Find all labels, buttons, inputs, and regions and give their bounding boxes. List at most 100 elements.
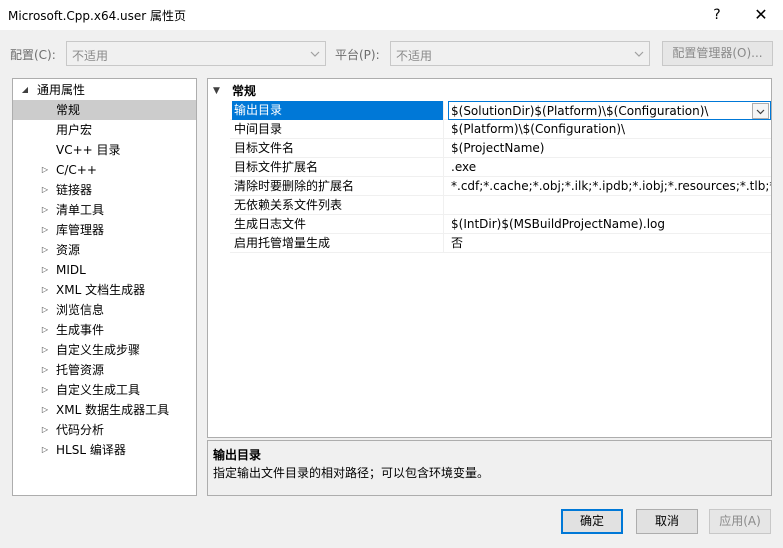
tree-item-label: VC++ 目录 [56,143,121,157]
property-value[interactable]: $(IntDir)$(MSBuildProjectName).log [448,215,771,234]
tree-item-label: 用户宏 [56,123,93,137]
platform-label: 平台(P): [335,48,380,62]
tree-item[interactable]: 常规 [13,100,196,120]
caret-collapsed-icon[interactable]: ▷ [39,380,51,400]
chevron-down-icon [631,44,647,63]
tree-item[interactable]: ▷ MIDL [13,260,196,280]
tree-item-label: C/C++ [56,163,97,177]
property-tree[interactable]: ◢ 通用属性 常规 用户宏 VC++ 目录 ▷ C/C++ ▷ 链接器 ▷ 清单… [12,78,197,496]
property-name: 生成日志文件 [232,215,444,234]
tree-item-common-properties[interactable]: ◢ 通用属性 [13,80,196,100]
tree-item-label: XML 文档生成器 [56,283,146,297]
tree-item[interactable]: ▷ XML 文档生成器 [13,280,196,300]
property-name: 输出目录 [232,101,444,120]
config-combo[interactable]: 不适用 [66,41,326,66]
property-row[interactable]: 目标文件扩展名 .exe [230,158,771,177]
tree-item[interactable]: 用户宏 [13,120,196,140]
title-bar: Microsoft.Cpp.x64.user 属性页 ? ✕ [0,0,783,30]
tree-item[interactable]: ▷ HLSL 编译器 [13,440,196,460]
caret-collapsed-icon[interactable]: ▷ [39,180,51,200]
tree-item[interactable]: ▷ C/C++ [13,160,196,180]
property-name: 无依赖关系文件列表 [232,196,444,215]
tree-item-label: 库管理器 [56,223,105,237]
property-name: 中间目录 [232,120,444,139]
tree-item[interactable]: ▷ 浏览信息 [13,300,196,320]
tree-item[interactable]: ▷ 资源 [13,240,196,260]
tree-item[interactable]: ▷ 清单工具 [13,200,196,220]
caret-collapsed-icon[interactable]: ▷ [39,340,51,360]
description-text: 指定输出文件目录的相对路径；可以包含环境变量。 [213,466,490,480]
tree-item[interactable]: ▷ 生成事件 [13,320,196,340]
tree-item[interactable]: ▷ XML 数据生成器工具 [13,400,196,420]
property-name: 目标文件扩展名 [232,158,444,177]
category-header[interactable]: ▼ 常规 [208,81,771,101]
caret-collapsed-icon[interactable]: ▷ [39,360,51,380]
tree-item-label: 托管资源 [56,363,105,377]
tree-item-label: 代码分析 [56,423,105,437]
caret-collapsed-icon[interactable]: ▷ [39,240,51,260]
config-value: 不适用 [72,49,109,63]
property-value[interactable] [448,196,771,215]
property-value[interactable]: $(ProjectName) [448,139,771,158]
tree-item-label: 自定义生成步骤 [56,343,141,357]
caret-collapsed-icon[interactable]: ▷ [39,420,51,440]
property-value-text: $(SolutionDir)$(Platform)\$(Configuratio… [451,104,709,118]
category-label: 常规 [232,84,257,98]
caret-collapsed-icon[interactable]: ▷ [39,160,51,180]
caret-expanded-icon[interactable]: ◢ [19,80,31,100]
help-button[interactable]: ? [699,2,735,28]
property-grid[interactable]: ▼ 常规 输出目录 $(SolutionDir)$(Platform)\$(Co… [207,78,772,438]
window-title: Microsoft.Cpp.x64.user 属性页 [8,9,187,23]
config-label: 配置(C): [10,48,56,62]
property-value[interactable]: *.cdf;*.cache;*.obj;*.ilk;*.ipdb;*.iobj;… [448,177,771,196]
tree-item-label: 浏览信息 [56,303,105,317]
caret-collapsed-icon[interactable]: ▷ [39,300,51,320]
tree-item-label: 通用属性 [37,83,86,97]
tree-item-label: 清单工具 [56,203,105,217]
property-row[interactable]: 无依赖关系文件列表 [230,196,771,215]
property-value[interactable]: 否 [448,234,771,253]
property-row[interactable]: 输出目录 $(SolutionDir)$(Platform)\$(Configu… [230,101,771,120]
close-button[interactable]: ✕ [743,2,779,28]
cancel-button[interactable]: 取消 [636,509,698,534]
tree-item[interactable]: ▷ 自定义生成步骤 [13,340,196,360]
dropdown-button[interactable] [752,103,769,119]
platform-combo[interactable]: 不适用 [390,41,650,66]
property-row[interactable]: 生成日志文件 $(IntDir)$(MSBuildProjectName).lo… [230,215,771,234]
tree-item[interactable]: ▷ 自定义生成工具 [13,380,196,400]
property-value[interactable]: $(SolutionDir)$(Platform)\$(Configuratio… [448,101,771,120]
caret-collapsed-icon[interactable]: ▷ [39,320,51,340]
caret-collapsed-icon[interactable]: ▷ [39,440,51,460]
apply-button[interactable]: 应用(A) [709,509,771,534]
caret-expanded-icon[interactable]: ▼ [213,81,220,101]
tree-item[interactable]: ▷ 链接器 [13,180,196,200]
ok-button[interactable]: 确定 [561,509,623,534]
tree-item[interactable]: ▷ 托管资源 [13,360,196,380]
tree-item[interactable]: VC++ 目录 [13,140,196,160]
tree-item-label: 资源 [56,243,81,257]
property-row[interactable]: 清除时要删除的扩展名 *.cdf;*.cache;*.obj;*.ilk;*.i… [230,177,771,196]
property-row[interactable]: 中间目录 $(Platform)\$(Configuration)\ [230,120,771,139]
property-value[interactable]: .exe [448,158,771,177]
caret-collapsed-icon[interactable]: ▷ [39,280,51,300]
description-title: 输出目录 [213,448,262,462]
property-value[interactable]: $(Platform)\$(Configuration)\ [448,120,771,139]
tree-item[interactable]: ▷ 代码分析 [13,420,196,440]
tree-item-label: XML 数据生成器工具 [56,403,170,417]
tree-item-label: 自定义生成工具 [56,383,141,397]
tree-item[interactable]: ▷ 库管理器 [13,220,196,240]
tree-item-label: 常规 [56,103,81,117]
property-row[interactable]: 启用托管增量生成 否 [230,234,771,253]
property-name: 清除时要删除的扩展名 [232,177,444,196]
chevron-down-icon [756,109,765,115]
config-manager-button[interactable]: 配置管理器(O)... [662,41,773,66]
property-row[interactable]: 目标文件名 $(ProjectName) [230,139,771,158]
tree-item-label: MIDL [56,263,86,277]
caret-collapsed-icon[interactable]: ▷ [39,260,51,280]
caret-collapsed-icon[interactable]: ▷ [39,400,51,420]
caret-collapsed-icon[interactable]: ▷ [39,200,51,220]
caret-collapsed-icon[interactable]: ▷ [39,220,51,240]
property-name: 启用托管增量生成 [232,234,444,253]
tree-item-label: 生成事件 [56,323,105,337]
description-panel: 输出目录 指定输出文件目录的相对路径；可以包含环境变量。 [207,440,772,496]
